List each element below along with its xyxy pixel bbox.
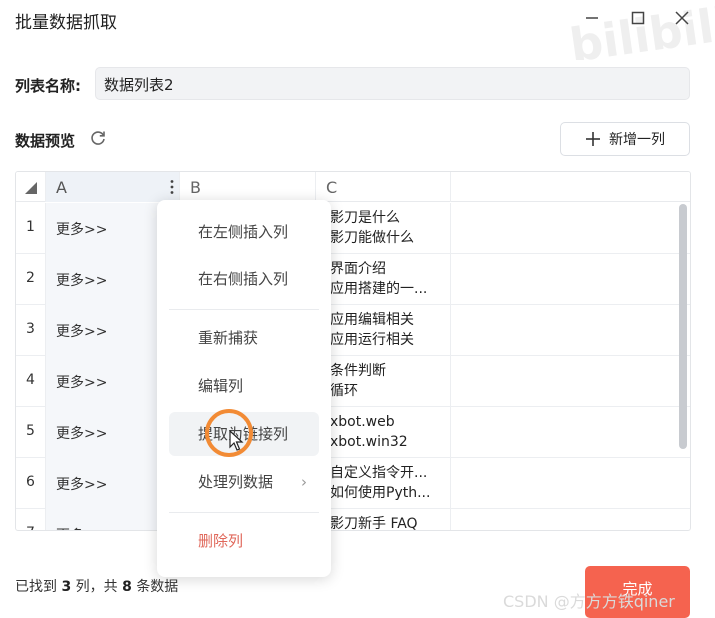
- cell-c[interactable]: xbot.web xbot.win32: [316, 407, 451, 458]
- cell-c-line1: xbot.web: [330, 414, 395, 430]
- cell-empty: [451, 203, 690, 254]
- cell-c[interactable]: 影刀是什么影刀能做什么: [316, 203, 451, 254]
- cell-c[interactable]: 自定义指令开... 如何使用Pyth...: [316, 458, 451, 509]
- found-prefix: 已找到: [15, 579, 57, 595]
- found-suffix: 条数据: [136, 579, 179, 595]
- chevron-right-icon: ›: [301, 473, 307, 491]
- cell-empty: [451, 356, 690, 407]
- cell-c-line2: 应用运行相关: [330, 332, 414, 348]
- cell-c[interactable]: 界面介绍应用搭建的一...: [316, 254, 451, 305]
- column-menu-icon[interactable]: [169, 179, 175, 195]
- cell-c-line2: 如何使用Pyth...: [330, 485, 431, 501]
- minimize-button[interactable]: [578, 6, 606, 30]
- row-number: 1: [16, 203, 46, 254]
- cell-empty: [451, 458, 690, 509]
- table-row[interactable]: 5 更多>> xbot.web xbot.win32: [16, 407, 690, 458]
- cell-empty: [451, 509, 690, 530]
- table-row[interactable]: 1 更多>> 影刀是什么 影刀能做什么: [16, 203, 690, 254]
- column-a-label: A: [56, 178, 67, 197]
- maximize-icon: [631, 11, 645, 25]
- column-header-c[interactable]: C: [316, 172, 451, 202]
- table-row[interactable]: 3 更多>> 应用编辑相关 应用运行相关: [16, 305, 690, 356]
- cell-c-line1: 应用编辑相关: [330, 312, 414, 328]
- refresh-icon[interactable]: [89, 129, 107, 147]
- cell-c-line2: xbot.win32: [330, 434, 408, 450]
- menu-divider: [169, 309, 319, 310]
- menu-divider: [169, 512, 319, 513]
- cell-c-line2: 循环: [330, 383, 358, 399]
- close-button[interactable]: [668, 6, 696, 30]
- add-column-button[interactable]: 新增一列: [560, 122, 690, 156]
- table-row[interactable]: 7 更多 影刀新手 FAQ: [16, 509, 690, 531]
- table-row[interactable]: 6 更多>> 自定义指令开... 如何使用Pyth...: [16, 458, 690, 509]
- cell-c[interactable]: 影刀新手 FAQ: [316, 509, 451, 531]
- title-bar: 批量数据抓取 bilibili: [0, 0, 715, 60]
- row-number: 6: [16, 458, 46, 509]
- column-header-empty: [451, 172, 690, 202]
- column-c-label: C: [326, 178, 338, 197]
- vertical-scrollbar[interactable]: [679, 204, 687, 449]
- column-header-b[interactable]: B: [180, 172, 316, 202]
- plus-icon: [586, 132, 600, 146]
- cell-c-line2: 影刀能做什么: [330, 230, 414, 246]
- cell-empty: [451, 254, 690, 305]
- table-row[interactable]: 4 更多>> 条件判断 循环: [16, 356, 690, 407]
- grid-header: A B C: [16, 172, 690, 202]
- cell-c-line1: 影刀新手 FAQ: [330, 516, 418, 531]
- cell-c-line1: 自定义指令开...: [330, 465, 428, 481]
- column-b-label: B: [190, 178, 201, 197]
- cell-c[interactable]: 条件判断 循环: [316, 356, 451, 407]
- menu-recapture[interactable]: 重新捕获: [169, 316, 319, 360]
- select-all-corner[interactable]: [16, 172, 46, 202]
- mouse-cursor-icon: [229, 430, 244, 451]
- column-context-menu: 在左侧插入列 在右侧插入列 重新捕获 编辑列 提取为链接列 处理列数据 › 删除…: [157, 200, 331, 577]
- menu-edit-column[interactable]: 编辑列: [169, 364, 319, 408]
- row-number: 3: [16, 305, 46, 356]
- column-header-a[interactable]: A: [46, 172, 180, 202]
- cell-empty: [451, 305, 690, 356]
- table-row[interactable]: 2 更多>> 界面介绍 应用搭建的一...: [16, 254, 690, 305]
- csdn-watermark: CSDN @方方方铁qiner: [503, 592, 675, 611]
- data-preview-label: 数据预览: [15, 132, 76, 150]
- menu-process-column-data[interactable]: 处理列数据 ›: [169, 460, 319, 504]
- menu-delete-column[interactable]: 删除列: [169, 519, 319, 563]
- row-number: 2: [16, 254, 46, 305]
- cell-c-line1: 条件判断: [330, 363, 386, 379]
- menu-insert-left[interactable]: 在左侧插入列: [169, 210, 319, 254]
- minimize-icon: [586, 17, 598, 19]
- found-mid: 列，共: [75, 579, 118, 595]
- maximize-button[interactable]: [624, 6, 652, 30]
- corner-triangle-icon: [25, 182, 37, 194]
- menu-insert-right[interactable]: 在右侧插入列: [169, 257, 319, 301]
- menu-process-label: 处理列数据: [198, 473, 274, 491]
- window-title: 批量数据抓取: [15, 13, 117, 33]
- cell-empty: [451, 407, 690, 458]
- row-number: 5: [16, 407, 46, 458]
- list-name-input[interactable]: 数据列表2: [95, 67, 690, 100]
- cell-c-line2: 应用搭建的一...: [330, 281, 428, 297]
- cell-c-line1: 影刀是什么: [330, 210, 400, 226]
- list-name-label: 列表名称:: [15, 77, 81, 95]
- close-icon: [675, 11, 689, 25]
- add-column-label: 新增一列: [609, 132, 665, 148]
- found-cols: 3: [61, 579, 72, 595]
- row-number: 4: [16, 356, 46, 407]
- found-rows: 8: [122, 579, 132, 595]
- data-grid: A B C 1 更多>> 影刀是什么 影刀能做什么 2 更多>> 界面介绍 应用搭建…: [15, 171, 691, 531]
- cell-c-line1: 界面介绍: [330, 261, 386, 277]
- row-number: 7: [16, 509, 46, 530]
- cell-c[interactable]: 应用编辑相关 应用运行相关: [316, 305, 451, 356]
- result-count-text: 已找到 3 列，共 8 条数据: [15, 576, 178, 596]
